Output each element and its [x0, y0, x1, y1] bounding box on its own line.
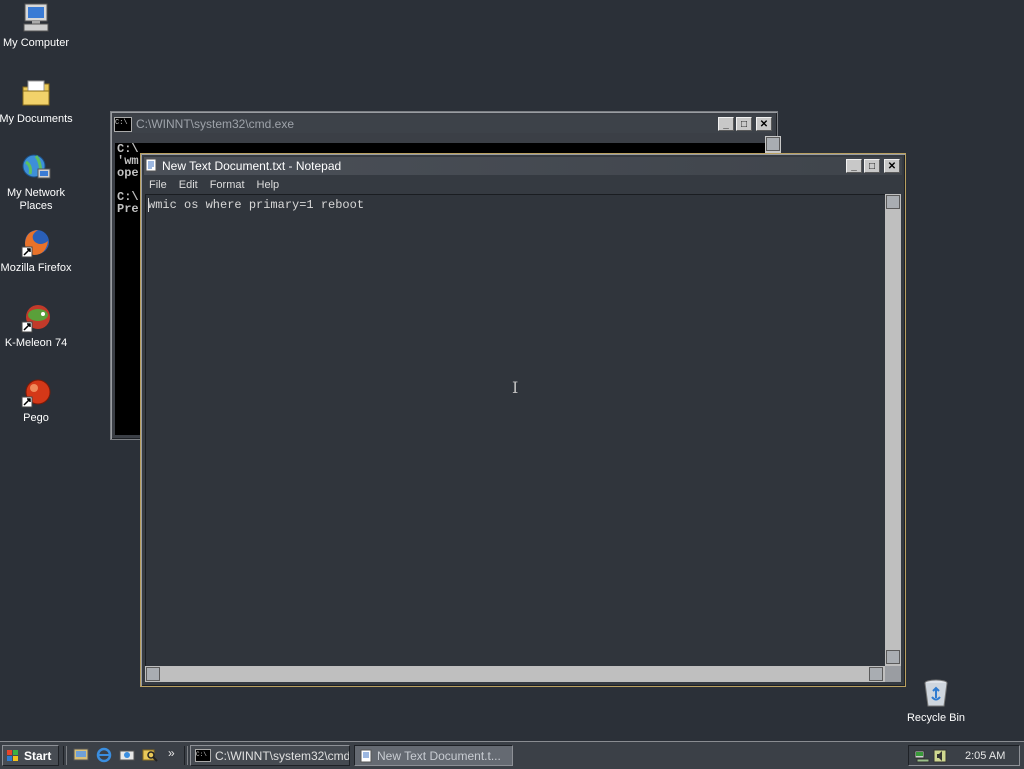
text-caret [148, 198, 149, 212]
taskbar-button-notepad[interactable]: New Text Document.t... [354, 745, 513, 766]
taskbar-separator [63, 746, 67, 765]
windows-logo-icon [7, 749, 18, 761]
desktop-icon-label: Mozilla Firefox [0, 262, 72, 274]
maximize-button[interactable]: □ [864, 159, 880, 173]
cmd-titlebar[interactable]: C:\ C:\WINNT\system32\cmd.exe _ □ ✕ [114, 115, 774, 133]
scroll-down-arrow-icon[interactable] [886, 650, 900, 664]
resize-grip-icon[interactable] [885, 666, 901, 682]
task-label: C:\WINNT\system32\cmd... [215, 748, 350, 763]
pego-icon [20, 377, 52, 409]
taskbar-separator [184, 746, 188, 765]
firefox-icon [20, 227, 52, 259]
folder-icon [20, 78, 52, 110]
ibeam-cursor-icon: I [512, 378, 519, 397]
desktop-icon-my-computer[interactable]: My Computer [0, 2, 74, 50]
desktop-icon-recycle-bin[interactable]: Recycle Bin [898, 677, 974, 725]
desktop-icon-k-meleon[interactable]: K-Meleon 74 [0, 302, 74, 350]
search-icon[interactable] [142, 747, 158, 763]
taskbar-button-cmd[interactable]: C:\ C:\WINNT\system32\cmd... [190, 745, 350, 766]
network-status-icon[interactable] [914, 748, 930, 764]
volume-icon[interactable] [932, 748, 948, 764]
text-editor-area[interactable]: wmic os where primary=1 reboot I [145, 194, 886, 667]
cmd-icon: C:\ [114, 116, 132, 132]
desktop-icon-my-documents[interactable]: My Documents [0, 78, 74, 126]
desktop-icon-label: My Computer [2, 37, 70, 49]
maximize-button[interactable]: □ [736, 117, 752, 131]
vertical-scrollbar[interactable] [885, 194, 901, 666]
notepad-icon [144, 158, 158, 175]
desktop-icon-label: My Network Places [6, 187, 66, 212]
menu-format[interactable]: Format [206, 179, 253, 191]
menu-help[interactable]: Help [253, 179, 288, 191]
task-label: New Text Document.t... [377, 748, 501, 763]
start-label: Start [24, 748, 52, 763]
desktop-icon-my-network-places[interactable]: My Network Places [0, 152, 74, 213]
minimize-button[interactable]: _ [846, 159, 862, 173]
desktop-icon-label: My Documents [0, 113, 73, 125]
desktop-icon-pego[interactable]: Pego [0, 377, 74, 425]
computer-icon [20, 2, 52, 34]
desktop-icon-mozilla-firefox[interactable]: Mozilla Firefox [0, 227, 74, 275]
start-button[interactable]: Start [2, 745, 59, 766]
clock[interactable]: 2:05 AM [965, 750, 1005, 762]
minimize-button[interactable]: _ [718, 117, 734, 131]
close-button[interactable]: ✕ [884, 159, 900, 173]
editor-text: wmic os where primary=1 reboot [148, 198, 365, 212]
close-button[interactable]: ✕ [756, 117, 772, 131]
menu-file[interactable]: File [145, 179, 175, 191]
scroll-up-arrow-icon[interactable] [886, 195, 900, 209]
recycle-bin-icon [920, 677, 952, 709]
taskbar: Start » C:\ C:\WINNT\system32\cmd... New… [0, 741, 1024, 769]
notepad-titlebar[interactable]: New Text Document.txt - Notepad _ □ ✕ [144, 157, 902, 175]
menu-edit[interactable]: Edit [175, 179, 206, 191]
show-desktop-icon[interactable] [73, 747, 89, 763]
kmeleon-icon [20, 302, 52, 334]
notepad-title: New Text Document.txt - Notepad [162, 159, 342, 173]
notepad-icon [360, 749, 372, 762]
menu-bar: File Edit Format Help [145, 176, 901, 194]
cmd-title: C:\WINNT\system32\cmd.exe [136, 117, 295, 131]
scroll-right-arrow-icon[interactable] [869, 667, 883, 681]
notepad-window[interactable]: New Text Document.txt - Notepad _ □ ✕ Fi… [140, 153, 906, 687]
outlook-express-icon[interactable] [119, 747, 135, 763]
horizontal-scrollbar[interactable] [145, 666, 885, 682]
desktop-icon-label: Recycle Bin [906, 712, 966, 724]
scroll-left-arrow-icon[interactable] [146, 667, 160, 681]
network-icon [20, 152, 52, 184]
cmd-icon: C:\ [195, 749, 211, 762]
system-tray: 2:05 AM [908, 745, 1020, 766]
quicklaunch-chevron-icon[interactable]: » [168, 746, 175, 760]
internet-explorer-icon[interactable] [96, 747, 112, 763]
desktop-icon-label: K-Meleon 74 [4, 337, 68, 349]
desktop-icon-label: Pego [23, 412, 49, 424]
scroll-up-arrow-icon[interactable] [766, 137, 780, 151]
